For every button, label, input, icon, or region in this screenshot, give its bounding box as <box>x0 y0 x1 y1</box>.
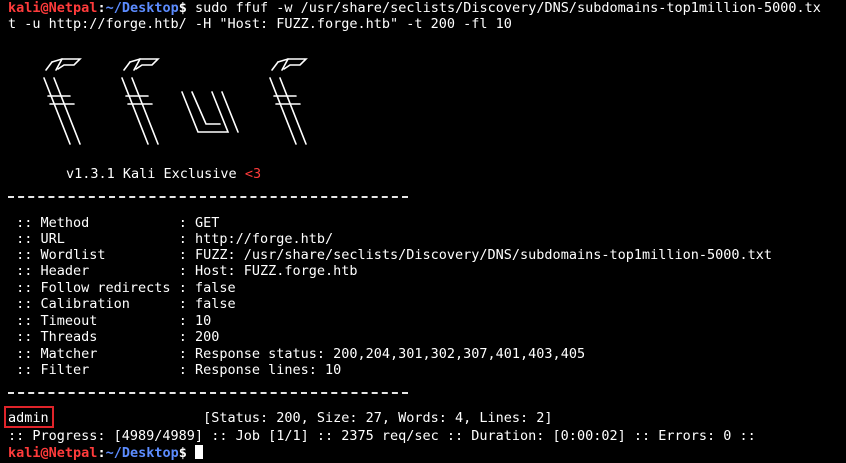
config-value: : Response status: 200,204,301,302,307,4… <box>178 346 586 362</box>
config-label: :: Follow redirects <box>8 280 179 296</box>
config-value: : Response lines: 10 <box>178 362 342 378</box>
prompt-host: Netpal <box>48 445 98 461</box>
prompt-host: Netpal <box>48 0 98 16</box>
text-cursor <box>195 445 204 459</box>
config-value: : http://forge.htb/ <box>178 231 334 247</box>
config-wordlist: :: Wordlist : FUZZ: /usr/share/seclists/… <box>8 247 772 263</box>
config-label: :: Threads <box>8 329 179 345</box>
config-label: :: Timeout <box>8 313 179 329</box>
config-value: : Host: FUZZ.forge.htb <box>178 263 358 279</box>
config-url: :: URL : http://forge.htb/ <box>8 231 333 247</box>
config-label: :: URL <box>8 231 179 247</box>
config-label: :: Wordlist <box>8 247 179 263</box>
config-value: : 10 <box>178 313 212 329</box>
config-label: :: Calibration <box>8 296 179 312</box>
config-value: : FUZZ: /usr/share/seclists/Discovery/DN… <box>178 247 773 263</box>
command-text-2: t -u http://forge.htb/ -H "Host: FUZZ.fo… <box>8 16 512 32</box>
prompt-dollar: $ <box>178 0 187 16</box>
command-prompt-line-2[interactable]: kali@Netpal:~/Desktop$ <box>8 445 204 461</box>
heart-text: <3 <box>244 166 262 182</box>
config-label: :: Method <box>8 215 179 231</box>
prompt-user: kali <box>8 445 41 461</box>
separator-top <box>8 196 408 198</box>
config-header: :: Header : Host: FUZZ.forge.htb <box>8 263 358 279</box>
progress-line: :: Progress: [4989/4989] :: Job [1/1] ::… <box>8 428 756 444</box>
version-text: v1.3.1 Kali Exclusive <box>66 166 245 182</box>
config-value: : 200 <box>178 329 220 345</box>
config-value: : GET <box>178 215 220 231</box>
prompt-at: @ <box>40 445 49 461</box>
prompt-user: kali <box>8 0 41 16</box>
config-label: :: Matcher <box>8 346 179 362</box>
prompt-sep: : <box>97 445 106 461</box>
prompt-sep: : <box>97 0 106 16</box>
config-value: : false <box>178 280 236 296</box>
config-follow-redirects: :: Follow redirects : false <box>8 280 236 296</box>
config-matcher: :: Matcher : Response status: 200,204,30… <box>8 346 585 362</box>
prompt-path: ~/Desktop <box>105 0 179 16</box>
result-line: admin [Status: 200, Size: 27, Words: 4, … <box>8 410 553 426</box>
config-timeout: :: Timeout : 10 <box>8 313 211 329</box>
ffuf-version-line: v1.3.1 Kali Exclusive <3 <box>66 166 261 182</box>
ffuf-ascii-logo <box>43 58 308 145</box>
config-value: : false <box>178 296 236 312</box>
config-method: :: Method : GET <box>8 215 219 231</box>
config-threads: :: Threads : 200 <box>8 329 219 345</box>
separator-bottom <box>8 392 408 394</box>
command-prompt-line: kali@Netpal:~/Desktop$ sudo ffuf -w /usr… <box>8 0 821 16</box>
prompt-dollar: $ <box>178 445 187 461</box>
config-filter: :: Filter : Response lines: 10 <box>8 362 341 378</box>
command-text-1: sudo ffuf -w /usr/share/seclists/Discove… <box>186 0 821 16</box>
prompt-path: ~/Desktop <box>105 445 179 461</box>
prompt-at: @ <box>40 0 49 16</box>
result-word: admin <box>8 410 49 426</box>
result-details: [Status: 200, Size: 27, Words: 4, Lines:… <box>48 410 553 426</box>
config-label: :: Header <box>8 263 179 279</box>
config-calibration: :: Calibration : false <box>8 296 236 312</box>
terminal-window[interactable]: kali@Netpal:~/Desktop$ sudo ffuf -w /usr… <box>0 0 846 463</box>
config-label: :: Filter <box>8 362 179 378</box>
